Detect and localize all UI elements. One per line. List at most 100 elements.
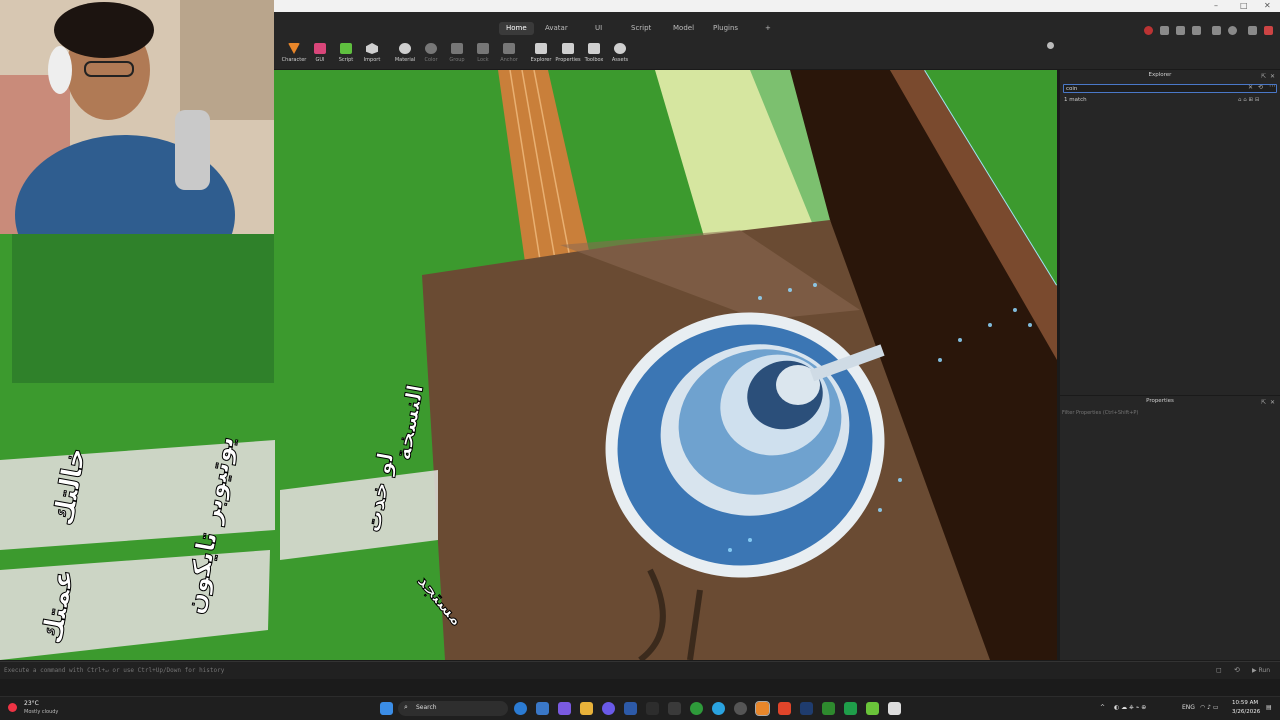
group-button[interactable]: Group (443, 43, 471, 69)
record-icon[interactable] (1144, 26, 1153, 35)
gear-icon[interactable] (1047, 42, 1054, 49)
cloud-icon[interactable] (1228, 26, 1237, 35)
history-icon[interactable]: ⟲ (1258, 84, 1263, 91)
tab-model[interactable]: Model (666, 22, 701, 35)
popout-icon[interactable]: ⇱ (1261, 73, 1266, 80)
color-icon (425, 43, 437, 54)
properties-panel: Properties ⇱ ✕ (1060, 395, 1280, 660)
popout-icon[interactable]: ⇱ (1261, 399, 1266, 406)
weather-icon (8, 703, 17, 712)
app-icon-5[interactable] (734, 702, 747, 715)
tab-home[interactable]: Home (499, 22, 534, 35)
import-icon (366, 43, 378, 54)
roblox-studio-icon[interactable] (755, 701, 770, 716)
close-button[interactable]: ✕ (1264, 1, 1271, 10)
mail-icon[interactable] (536, 702, 549, 715)
status-strip (0, 679, 1280, 696)
explorer-search[interactable]: ✕ ⟲ (1063, 84, 1277, 93)
tab-plugins[interactable]: Plugins (706, 22, 745, 35)
weather-temp: 23°C (24, 700, 39, 707)
gui-icon (314, 43, 326, 54)
telegram-icon[interactable] (712, 702, 725, 715)
run-button[interactable]: ▶ Run (1252, 667, 1270, 674)
clock-time[interactable]: 10:59 AM (1232, 700, 1258, 706)
app-icon-2[interactable] (624, 702, 637, 715)
excel-icon[interactable] (822, 702, 835, 715)
character-button[interactable]: Character (280, 43, 308, 69)
language-indicator[interactable]: ENG (1182, 704, 1195, 711)
script-button[interactable]: Script (332, 43, 360, 69)
minimize-button[interactable]: – (1214, 1, 1218, 10)
properties-icon (562, 43, 574, 54)
edge-icon[interactable] (514, 702, 527, 715)
file-explorer-icon[interactable] (580, 702, 593, 715)
maximize-button[interactable]: □ (1240, 1, 1248, 10)
match-count: 1 match (1064, 97, 1087, 103)
script-icon (340, 43, 352, 54)
app-icon-3[interactable] (646, 702, 659, 715)
microphone (175, 110, 210, 190)
app-icon-4[interactable] (668, 702, 681, 715)
app-icon-7[interactable] (866, 702, 879, 715)
command-input[interactable] (4, 665, 804, 675)
history-icon[interactable]: ⟲ (1234, 666, 1240, 674)
tab-ui[interactable]: UI (588, 22, 609, 35)
character-icon (288, 43, 300, 54)
bookmark-icon[interactable]: ◻ (1216, 666, 1222, 674)
material-button[interactable]: Material (391, 43, 419, 69)
chat-icon[interactable] (1176, 26, 1185, 35)
close-icon[interactable]: ✕ (1270, 399, 1275, 406)
app-icon[interactable] (558, 702, 571, 715)
lock-button[interactable]: Lock (469, 43, 497, 69)
app-icon-8[interactable] (888, 702, 901, 715)
toolbox-button[interactable]: Toolbox (580, 43, 608, 69)
explorer-search-input[interactable] (1066, 85, 1236, 92)
tab-script[interactable]: Script (624, 22, 658, 35)
search-icon: ⌕ (404, 703, 408, 711)
share-icon[interactable] (1192, 26, 1201, 35)
filter-icons[interactable]: ⌂ ⌂ ⊞ ⊟ (1238, 97, 1259, 103)
properties-button[interactable]: Properties (554, 43, 582, 69)
headphones (48, 46, 72, 94)
bell-icon[interactable] (1248, 26, 1257, 35)
clock-date[interactable]: 3/26/2026 (1232, 709, 1260, 715)
add-tab-button[interactable]: + (758, 22, 778, 35)
steam-icon[interactable] (800, 702, 813, 715)
tray-icons[interactable]: ◐ ☁ ⎈ ⌁ ⊕ (1114, 704, 1146, 712)
gui-button[interactable]: GUI (306, 43, 334, 69)
anchor-icon (503, 43, 515, 54)
import-button[interactable]: Import (358, 43, 386, 69)
windows-start-icon[interactable] (380, 702, 393, 715)
color-button[interactable]: Color (417, 43, 445, 69)
properties-title: Properties (1146, 398, 1174, 404)
assets-button[interactable]: Assets (606, 43, 634, 69)
tab-avatar[interactable]: Avatar (538, 22, 575, 35)
filter-properties-input[interactable] (1062, 408, 1272, 417)
clear-search-icon[interactable]: ✕ (1248, 84, 1253, 91)
collaborate-icon[interactable] (1212, 26, 1221, 35)
group-icon (451, 43, 463, 54)
material-icon (399, 43, 411, 54)
webcam-overlay (0, 0, 274, 234)
discord-icon[interactable] (602, 702, 615, 715)
wifi-icon[interactable]: ◠ ♪ ▭ (1200, 704, 1219, 711)
toolbox-icon (588, 43, 600, 54)
taskbar-search[interactable]: ⌕ Search (398, 701, 508, 716)
explorer-panel: Explorer ⇱ ✕ ✕ ⟲ ⋯ 1 match ⌂ ⌂ ⊞ ⊟ (1060, 70, 1280, 395)
overlay-panel (12, 234, 274, 383)
explorer-icon (535, 43, 547, 54)
command-bar: ◻ ⟲ ▶ Run (0, 661, 1280, 679)
explorer-button[interactable]: Explorer (527, 43, 555, 69)
avatar[interactable] (1264, 26, 1273, 35)
close-icon[interactable]: ✕ (1270, 73, 1275, 80)
more-icon[interactable]: ⋯ (1269, 82, 1276, 90)
app-icon-6[interactable] (844, 702, 857, 715)
taskbar: 23°C Mostly cloudy ⌕ Search ^ ◐ ☁ ⎈ ⌁ ⊕ … (0, 696, 1280, 720)
lock-icon (477, 43, 489, 54)
anchor-button[interactable]: Anchor (495, 43, 523, 69)
notification-icon[interactable]: ▤ (1266, 704, 1272, 711)
user-icon[interactable] (1160, 26, 1169, 35)
brave-icon[interactable] (778, 702, 791, 715)
xbox-icon[interactable] (690, 702, 703, 715)
tray-chevron-icon[interactable]: ^ (1100, 704, 1105, 711)
